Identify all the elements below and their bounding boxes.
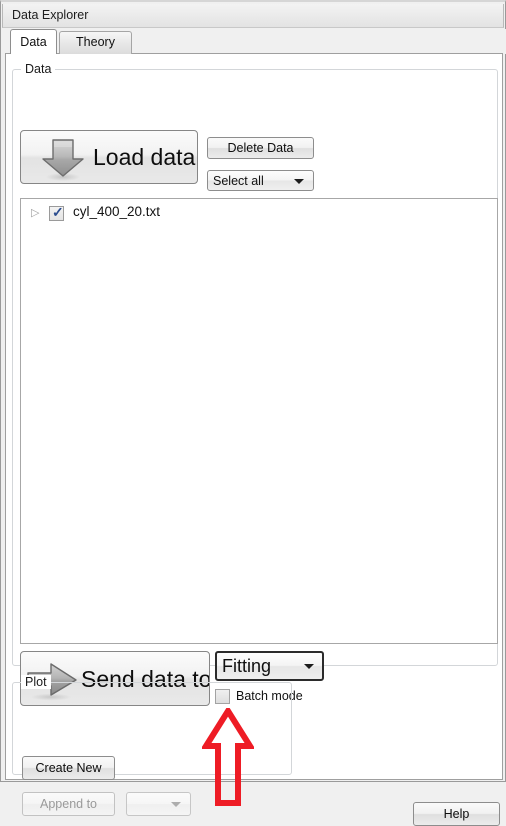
plot-group-label: Plot (21, 675, 51, 689)
create-new-button[interactable]: Create New (22, 756, 115, 780)
select-all-dropdown[interactable]: Select all (207, 170, 314, 191)
window-title-bar: Data Explorer (2, 4, 504, 28)
tab-data[interactable]: Data (10, 29, 57, 54)
data-explorer-window: Data Explorer Theory Data Data Load data… (0, 0, 506, 826)
chevron-down-icon (294, 179, 304, 184)
arrow-down-icon (39, 137, 87, 183)
window-title: Data Explorer (12, 8, 89, 22)
append-target-dropdown[interactable] (126, 792, 191, 816)
tab-strip: Theory Data (2, 29, 506, 54)
list-item-checkbox[interactable]: ✓ (49, 204, 64, 221)
tab-panel-data: Data Load data Delete Data Select all ▷ … (5, 53, 503, 826)
chevron-down-icon (304, 664, 314, 669)
data-file-list[interactable]: ▷ ✓ cyl_400_20.txt (20, 198, 498, 644)
data-group-label: Data (21, 62, 56, 76)
append-to-button[interactable]: Append to (22, 792, 115, 816)
triangle-right-icon[interactable]: ▷ (31, 208, 39, 219)
list-item-label: cyl_400_20.txt (73, 204, 161, 219)
load-data-button[interactable]: Load data (20, 130, 198, 184)
delete-data-button[interactable]: Delete Data (207, 137, 314, 159)
chevron-down-icon (171, 802, 181, 807)
list-item[interactable]: ▷ ✓ cyl_400_20.txt (21, 204, 497, 224)
destination-dropdown[interactable]: Fitting (215, 651, 324, 681)
destination-value: Fitting (222, 656, 272, 676)
load-data-label: Load data (93, 144, 196, 170)
select-all-value: Select all (213, 174, 264, 188)
tab-theory[interactable]: Theory (59, 31, 132, 54)
checkmark-icon: ✓ (52, 204, 64, 220)
help-button[interactable]: Help (413, 802, 500, 826)
